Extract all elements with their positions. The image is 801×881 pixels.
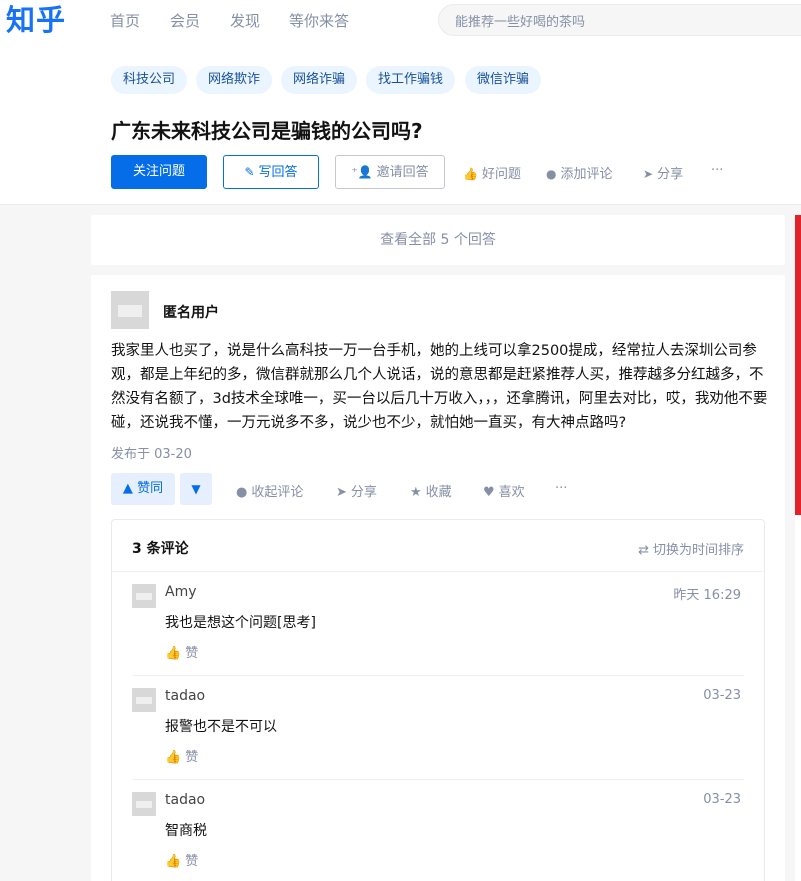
- author-name[interactable]: 匿名用户: [163, 302, 219, 322]
- comment-time: 03-23: [703, 792, 741, 807]
- comment-time: 昨天 16:29: [673, 588, 741, 603]
- add-user-icon: ⁺👤: [351, 165, 373, 179]
- answer-card: 匿名用户 我家里人也买了，说是什么高科技一万一台手机，她的上线可以拿2500提成…: [91, 275, 785, 881]
- topic-tag[interactable]: 微信诈骗: [465, 66, 542, 94]
- sort-toggle-button[interactable]: ⇄ 切换为时间排序: [638, 539, 744, 558]
- comment-count: 3 条评论: [132, 541, 189, 557]
- write-label: 写回答: [258, 165, 298, 180]
- comment-like-label: 赞: [185, 750, 199, 765]
- avatar[interactable]: [132, 792, 156, 816]
- share-icon: ➤: [336, 485, 347, 500]
- thumbs-up-icon: 👍: [463, 167, 478, 181]
- answer-content: 我家里人也买了，说是什么高科技一万一台手机，她的上线可以拿2500提成，经常拉人…: [111, 343, 768, 431]
- follow-question-button[interactable]: 关注问题: [111, 155, 207, 189]
- comment-like-button[interactable]: 👍 赞: [165, 850, 198, 869]
- avatar[interactable]: [132, 584, 156, 608]
- comment-item: tadao 03-23 报警也不是不可以 👍 赞: [132, 676, 744, 780]
- write-answer-button[interactable]: ✎ 写回答: [223, 155, 319, 189]
- add-comment-button[interactable]: ● 添加评论: [546, 163, 613, 182]
- share-button[interactable]: ➤ 分享: [643, 163, 683, 182]
- comment-like-label: 赞: [185, 646, 199, 661]
- side-indicator: [795, 215, 801, 515]
- collect-button[interactable]: ★ 收藏: [410, 481, 452, 500]
- nav-home[interactable]: 首页: [110, 10, 140, 31]
- collapse-comments-button[interactable]: ● 收起评论: [236, 481, 303, 500]
- nav-discover[interactable]: 发现: [230, 10, 260, 31]
- comment-like-button[interactable]: 👍 赞: [165, 642, 198, 661]
- downvote-button[interactable]: ▼: [180, 473, 212, 505]
- comment-text: 我也是想这个问题[思考]: [165, 615, 316, 631]
- side-panel-edge: [795, 515, 801, 881]
- like-button[interactable]: ♥ 喜欢: [483, 481, 525, 500]
- topic-tag[interactable]: 科技公司: [111, 66, 188, 94]
- search-placeholder: 能推荐一些好喝的茶吗: [455, 15, 586, 30]
- like-label: 喜欢: [498, 485, 525, 500]
- question-header: 科技公司 网络欺诈 网络诈骗 找工作骗钱 微信诈骗 广东未来科技公司是骗钱的公司…: [0, 40, 801, 205]
- triangle-up-icon: ▲: [122, 481, 133, 496]
- share-button[interactable]: ➤ 分享: [336, 481, 377, 500]
- comments-panel: 3 条评论 ⇄ 切换为时间排序 Amy 昨天 16:29 我也是想这个问题[思考]…: [111, 519, 765, 881]
- sort-label: 切换为时间排序: [652, 543, 744, 558]
- comment-author[interactable]: tadao: [165, 792, 205, 808]
- comment-author[interactable]: tadao: [165, 688, 205, 704]
- add-comment-label: 添加评论: [560, 167, 613, 182]
- comment-time: 03-23: [703, 688, 741, 703]
- follow-label: 关注问题: [132, 164, 185, 179]
- nav-waiting-answers[interactable]: 等你来答: [289, 10, 349, 31]
- good-question-label: 好问题: [481, 167, 521, 182]
- topic-tag[interactable]: 网络诈骗: [281, 66, 358, 94]
- comment-text: 智商税: [165, 823, 207, 839]
- question-title: 广东未来科技公司是骗钱的公司吗?: [111, 119, 423, 143]
- avatar[interactable]: [132, 688, 156, 712]
- good-question-button[interactable]: 👍 好问题: [463, 163, 521, 182]
- collect-label: 收藏: [425, 485, 452, 500]
- upvote-button[interactable]: ▲ 赞同: [111, 473, 175, 505]
- view-all-answers[interactable]: 查看全部 5 个回答: [91, 215, 785, 265]
- comment-like-button[interactable]: 👍 赞: [165, 746, 198, 765]
- thumbs-up-icon: 👍: [165, 854, 182, 869]
- comment-item: tadao 03-23 智商税 👍 赞: [132, 780, 744, 881]
- share-label: 分享: [657, 167, 684, 182]
- comments-header: 3 条评论 ⇄ 切换为时间排序: [112, 520, 764, 572]
- thumbs-up-icon: 👍: [165, 646, 182, 661]
- pencil-icon: ✎: [244, 165, 255, 179]
- zhihu-logo[interactable]: 知乎: [6, 0, 66, 39]
- triangle-down-icon: ▼: [191, 482, 201, 496]
- swap-icon: ⇄: [638, 543, 649, 558]
- topic-tag[interactable]: 找工作骗钱: [366, 66, 456, 94]
- comment-author[interactable]: Amy: [165, 584, 197, 600]
- star-icon: ★: [410, 485, 422, 500]
- heart-icon: ♥: [483, 485, 495, 500]
- share-label: 分享: [350, 485, 377, 500]
- share-icon: ➤: [643, 167, 654, 181]
- publish-date: 发布于 03-20: [111, 447, 192, 462]
- comment-icon: ●: [236, 485, 248, 500]
- thumbs-up-icon: 👍: [165, 750, 182, 765]
- more-button[interactable]: ···: [711, 163, 723, 178]
- search-input[interactable]: 能推荐一些好喝的茶吗: [438, 4, 801, 36]
- invite-answer-button[interactable]: ⁺👤 邀请回答: [335, 155, 445, 189]
- comment-item: Amy 昨天 16:29 我也是想这个问题[思考] 👍 赞: [132, 572, 744, 676]
- topic-tag[interactable]: 网络欺诈: [196, 66, 273, 94]
- avatar[interactable]: [111, 291, 149, 329]
- more-button[interactable]: ···: [555, 481, 567, 496]
- top-nav: 知乎 首页 会员 发现 等你来答 能推荐一些好喝的茶吗: [0, 0, 801, 40]
- comment-icon: ●: [546, 167, 557, 181]
- collapse-comments-label: 收起评论: [251, 485, 304, 500]
- invite-label: 邀请回答: [376, 165, 429, 180]
- comment-like-label: 赞: [185, 854, 199, 869]
- comment-text: 报警也不是不可以: [165, 719, 277, 735]
- upvote-label: 赞同: [137, 481, 164, 496]
- nav-vip[interactable]: 会员: [170, 10, 200, 31]
